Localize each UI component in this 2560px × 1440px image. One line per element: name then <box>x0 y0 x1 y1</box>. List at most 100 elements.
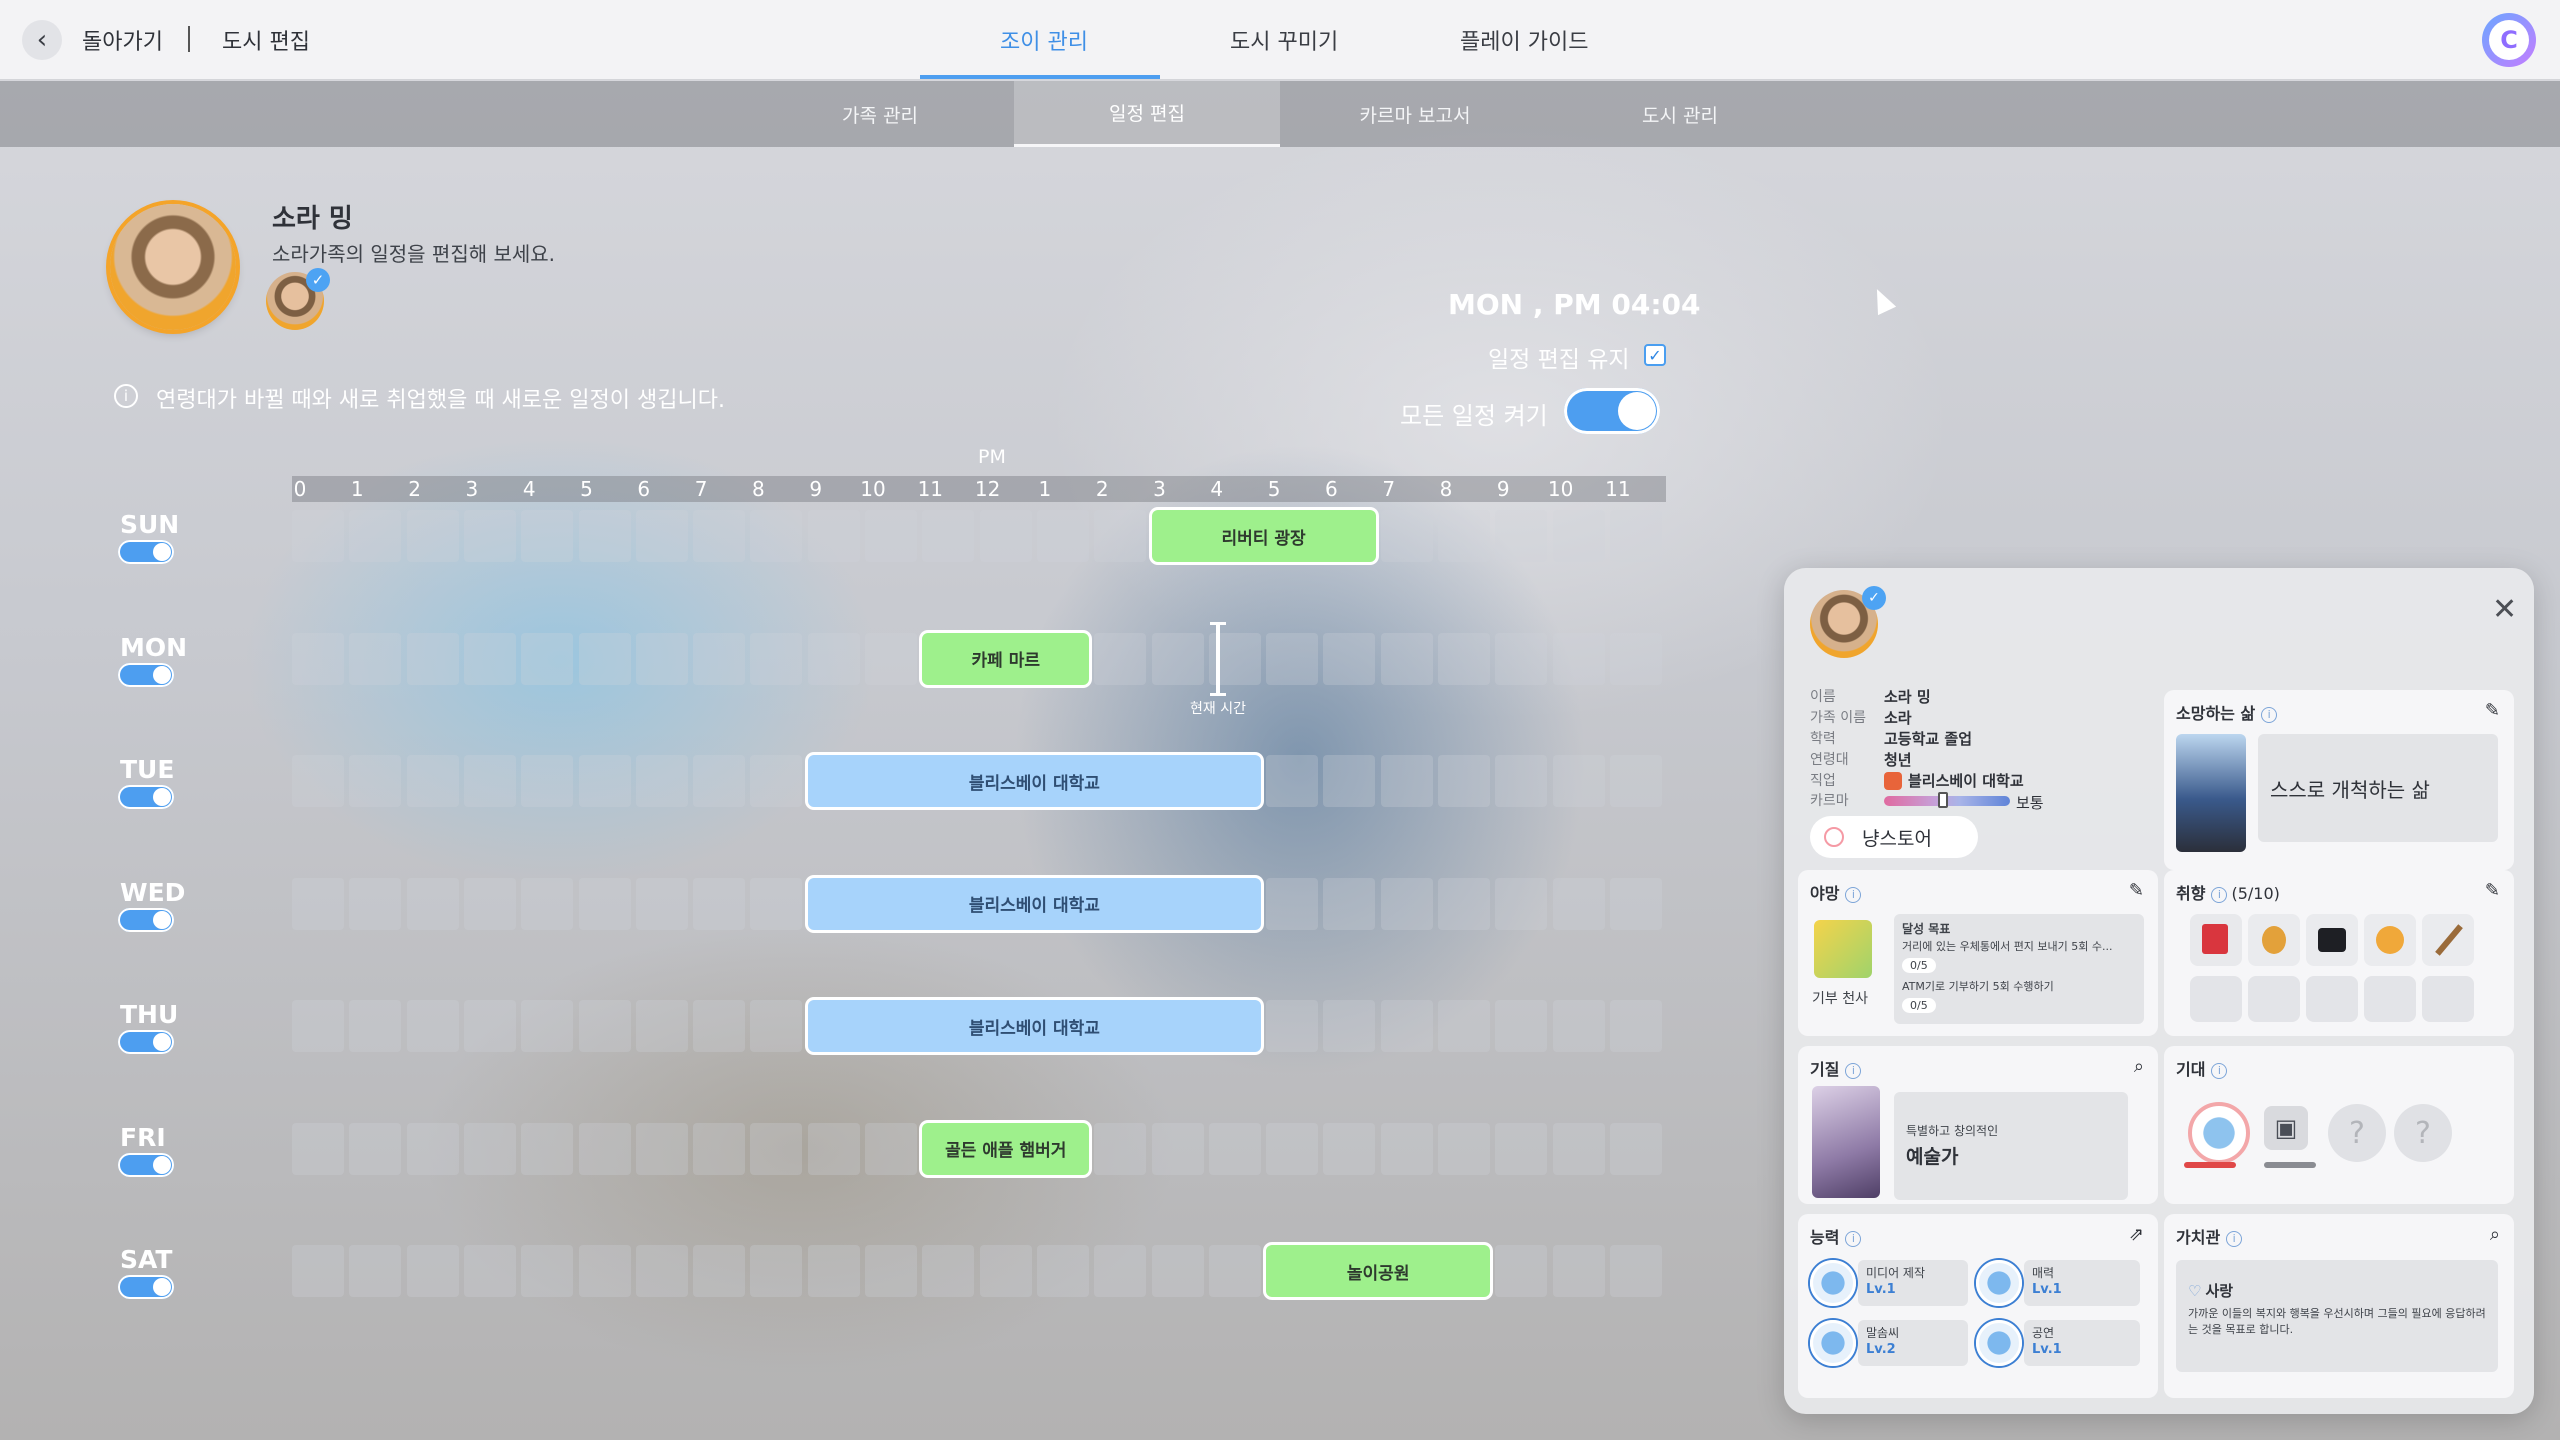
time-slot[interactable] <box>1151 632 1204 685</box>
time-slot[interactable] <box>693 632 746 685</box>
subtab-schedule[interactable]: 일정 편집 <box>1014 81 1280 147</box>
time-slot[interactable] <box>1495 1245 1548 1297</box>
time-slot[interactable] <box>1380 510 1433 562</box>
time-slot[interactable] <box>406 510 459 562</box>
time-slot[interactable] <box>922 510 975 562</box>
time-slot[interactable] <box>807 1245 860 1297</box>
day-toggle-tue[interactable] <box>118 785 174 809</box>
time-slot[interactable] <box>521 510 574 562</box>
time-slot[interactable] <box>1208 1245 1261 1297</box>
time-slot[interactable] <box>1552 1122 1605 1175</box>
day-toggle-wed[interactable] <box>118 907 174 932</box>
time-slot[interactable] <box>1151 1122 1204 1175</box>
time-slot[interactable] <box>521 877 574 930</box>
time-slot[interactable] <box>1036 510 1089 562</box>
time-slot[interactable] <box>406 1000 459 1052</box>
time-slot[interactable] <box>521 1245 574 1297</box>
time-slot[interactable] <box>1495 1122 1548 1175</box>
time-slot[interactable] <box>349 1245 402 1297</box>
time-slot[interactable] <box>635 510 688 562</box>
time-slot[interactable] <box>521 1122 574 1175</box>
tab-play-guide[interactable]: 플레이 가이드 <box>1460 24 1588 56</box>
back-label[interactable]: 돌아가기 <box>82 24 163 56</box>
time-slot[interactable] <box>1151 1245 1204 1297</box>
time-slot[interactable] <box>1094 1122 1147 1175</box>
day-toggle-thu[interactable] <box>118 1030 174 1054</box>
time-slot[interactable] <box>578 1122 631 1175</box>
time-slot[interactable] <box>1552 632 1605 685</box>
time-slot[interactable] <box>578 510 631 562</box>
time-slot[interactable] <box>1380 877 1433 930</box>
time-slot[interactable] <box>979 510 1032 562</box>
user-badge[interactable]: C <box>2482 13 2536 67</box>
time-slot[interactable] <box>1094 1245 1147 1297</box>
time-slot[interactable] <box>1495 877 1548 930</box>
time-slot[interactable] <box>292 510 344 562</box>
edit-icon[interactable]: ✎ <box>2485 880 2500 901</box>
time-slot[interactable] <box>635 1245 688 1297</box>
time-slot[interactable] <box>1609 877 1662 930</box>
time-slot[interactable] <box>750 877 803 930</box>
time-slot[interactable] <box>1609 1122 1662 1175</box>
time-slot[interactable] <box>1609 1000 1662 1052</box>
time-slot[interactable] <box>1495 632 1548 685</box>
city-edit-label[interactable]: 도시 편집 <box>222 24 310 56</box>
time-slot[interactable] <box>463 632 516 685</box>
time-slot[interactable] <box>865 1245 917 1297</box>
time-slot[interactable] <box>1266 755 1319 807</box>
time-slot[interactable] <box>1036 1245 1089 1297</box>
time-slot[interactable] <box>1380 755 1433 807</box>
time-slot[interactable] <box>1438 510 1490 562</box>
time-slot[interactable] <box>1438 632 1490 685</box>
time-slot[interactable] <box>1323 1122 1376 1175</box>
time-slot[interactable] <box>1266 632 1319 685</box>
time-slot[interactable] <box>406 632 459 685</box>
time-slot[interactable] <box>292 1000 344 1052</box>
time-slot[interactable] <box>463 510 516 562</box>
time-slot[interactable] <box>463 1245 516 1297</box>
schedule-event[interactable]: 리버티 광장 <box>1151 510 1376 562</box>
time-slot[interactable] <box>349 1000 402 1052</box>
time-slot[interactable] <box>1266 1000 1319 1052</box>
time-slot[interactable] <box>1552 510 1605 562</box>
time-slot[interactable] <box>521 755 574 807</box>
time-slot[interactable] <box>1495 510 1548 562</box>
schedule-event[interactable]: 블리스베이 대학교 <box>807 755 1262 807</box>
keep-edit-checkbox[interactable]: ✓ <box>1644 344 1666 366</box>
time-slot[interactable] <box>635 1122 688 1175</box>
time-slot[interactable] <box>807 510 860 562</box>
time-slot[interactable] <box>1609 632 1662 685</box>
time-slot[interactable] <box>1438 877 1490 930</box>
time-slot[interactable] <box>750 510 803 562</box>
time-slot[interactable] <box>463 877 516 930</box>
time-slot[interactable] <box>1495 755 1548 807</box>
time-slot[interactable] <box>1552 877 1605 930</box>
time-slot[interactable] <box>693 1245 746 1297</box>
time-slot[interactable] <box>693 1000 746 1052</box>
time-slot[interactable] <box>1552 1245 1605 1297</box>
time-slot[interactable] <box>292 877 344 930</box>
time-slot[interactable] <box>750 632 803 685</box>
back-button[interactable]: ‹ <box>22 20 62 60</box>
all-schedules-toggle[interactable] <box>1564 388 1660 434</box>
trait-pill[interactable]: 냥스토어 <box>1810 816 1978 858</box>
time-slot[interactable] <box>292 1245 344 1297</box>
time-slot[interactable] <box>635 1000 688 1052</box>
time-slot[interactable] <box>1094 632 1147 685</box>
schedule-event[interactable]: 블리스베이 대학교 <box>807 877 1262 930</box>
time-slot[interactable] <box>349 632 402 685</box>
time-slot[interactable] <box>693 755 746 807</box>
time-slot[interactable] <box>1094 510 1147 562</box>
time-slot[interactable] <box>635 755 688 807</box>
time-slot[interactable] <box>1380 1000 1433 1052</box>
time-slot[interactable] <box>807 1122 860 1175</box>
time-slot[interactable] <box>807 632 860 685</box>
search-icon[interactable]: ⌕ <box>2490 1224 2500 1245</box>
time-slot[interactable] <box>578 1000 631 1052</box>
time-slot[interactable] <box>578 1245 631 1297</box>
time-slot[interactable] <box>1266 877 1319 930</box>
edit-icon[interactable]: ✎ <box>2129 880 2144 901</box>
external-link-icon[interactable]: ⇗ <box>2129 1224 2144 1245</box>
time-slot[interactable] <box>578 877 631 930</box>
schedule-event[interactable]: 카페 마르 <box>922 632 1090 685</box>
